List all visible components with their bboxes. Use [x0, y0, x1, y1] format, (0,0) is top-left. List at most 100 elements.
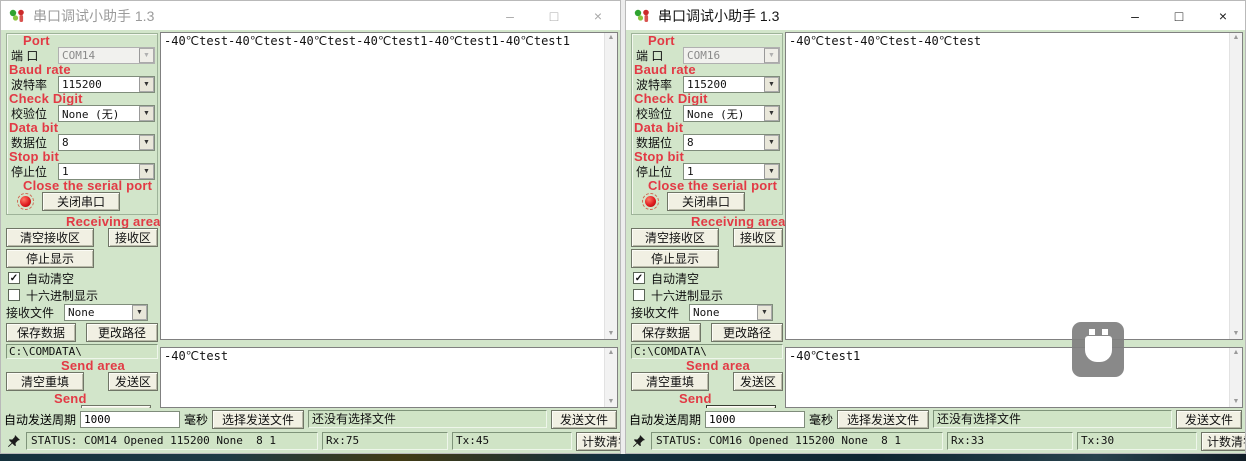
send-area-button[interactable]: 发送区 [733, 372, 783, 391]
check-select[interactable]: None (无) ▼ [683, 105, 780, 122]
auto-clear-checkbox[interactable]: ✓ [8, 272, 20, 284]
scroll-up-icon[interactable]: ▲ [608, 349, 615, 357]
maximize-icon[interactable]: □ [532, 1, 576, 30]
save-path-field: C:\COMDATA\ [6, 344, 158, 359]
annotation-data-bit: Data bit [634, 122, 780, 133]
clear-resend-button[interactable]: 清空重填 [631, 372, 709, 391]
data-bit-select[interactable]: 8 ▼ [683, 134, 780, 151]
auto-send-period-input[interactable] [705, 411, 805, 428]
port-select[interactable]: COM14 ▼ [58, 47, 155, 64]
annotation-baud-rate: Baud rate [9, 64, 155, 75]
annotation-check-digit: Check Digit [634, 93, 780, 104]
auto-clear-label: 自动清空 [651, 270, 699, 287]
titlebar: 串口调试小助手 1.3 – □ × [626, 1, 1245, 30]
receive-file-label: 接收文件 [6, 304, 64, 321]
receive-file-select[interactable]: None ▼ [64, 304, 148, 321]
port-settings-group: Port 端 口 COM14 ▼ Baud rate [6, 33, 158, 215]
file-status-field: 还没有选择文件 [933, 410, 1172, 428]
choose-send-file-button[interactable]: 选择发送文件 [212, 410, 304, 429]
port-settings-group: Port 端 口 COM16 ▼ Baud rate [631, 33, 783, 215]
send-area-button[interactable]: 发送区 [108, 372, 158, 391]
close-icon[interactable]: × [1201, 1, 1245, 30]
send-scrollbar[interactable]: ▲ ▼ [604, 348, 617, 407]
port-select[interactable]: COM16 ▼ [683, 47, 780, 64]
desktop-background [0, 454, 1246, 461]
settings-panel: Port 端 口 COM14 ▼ Baud rate [3, 32, 160, 408]
minimize-icon[interactable]: – [488, 1, 532, 30]
send-file-button[interactable]: 发送文件 [1176, 410, 1242, 429]
receive-area-button[interactable]: 接收区 [108, 228, 158, 247]
send-area[interactable]: -40℃test ▲ ▼ [160, 347, 618, 408]
chevron-down-icon[interactable]: ▼ [764, 77, 779, 92]
close-icon[interactable]: × [576, 1, 620, 30]
receive-area-button[interactable]: 接收区 [733, 228, 783, 247]
send-scrollbar[interactable]: ▲ ▼ [1229, 348, 1242, 407]
annotation-baud-rate: Baud rate [634, 64, 780, 75]
send-area[interactable]: -40℃test1 ▲ ▼ [785, 347, 1243, 408]
clear-resend-button[interactable]: 清空重填 [6, 372, 84, 391]
window-controls: – □ × [488, 1, 620, 30]
chevron-down-icon[interactable]: ▼ [764, 135, 779, 150]
send-file-button[interactable]: 发送文件 [551, 410, 617, 429]
receive-area[interactable]: -40℃test-40℃test-40℃test ▲ ▼ [785, 32, 1243, 340]
scroll-down-icon[interactable]: ▼ [608, 398, 615, 406]
chevron-down-icon[interactable]: ▼ [139, 106, 154, 121]
hex-display-label: 十六进制显示 [26, 287, 98, 304]
auto-send-period-input[interactable] [80, 411, 180, 428]
milliseconds-label: 毫秒 [809, 411, 833, 428]
settings-panel: Port 端 口 COM16 ▼ Baud rate [628, 32, 785, 408]
chevron-down-icon[interactable]: ▼ [139, 77, 154, 92]
maximize-icon[interactable]: □ [1157, 1, 1201, 30]
annotation-send-area: Send area [686, 360, 783, 371]
chevron-down-icon[interactable]: ▼ [132, 305, 147, 320]
chevron-down-icon[interactable]: ▼ [139, 135, 154, 150]
clear-receive-button[interactable]: 清空接收区 [6, 228, 94, 247]
scroll-down-icon[interactable]: ▼ [1233, 330, 1240, 338]
chevron-down-icon[interactable]: ▼ [764, 106, 779, 121]
chevron-down-icon[interactable]: ▼ [764, 164, 779, 179]
reset-count-button[interactable]: 计数清零 [1201, 432, 1246, 451]
usb-plug-icon [1085, 336, 1112, 362]
check-select[interactable]: None (无) ▼ [58, 105, 155, 122]
receive-file-select[interactable]: None ▼ [689, 304, 773, 321]
save-data-button[interactable]: 保存数据 [6, 323, 76, 342]
close-serial-button[interactable]: 关闭串口 [667, 192, 745, 211]
receive-text: -40℃test-40℃test-40℃test-40℃test1-40℃tes… [161, 33, 604, 339]
receive-area[interactable]: -40℃test-40℃test-40℃test-40℃test1-40℃tes… [160, 32, 618, 340]
receive-scrollbar[interactable]: ▲ ▼ [604, 33, 617, 339]
hex-display-checkbox[interactable] [633, 289, 645, 301]
auto-clear-checkbox[interactable]: ✓ [633, 272, 645, 284]
client-area: Port 端 口 COM16 ▼ Baud rate [626, 30, 1245, 453]
stop-display-button[interactable]: 停止显示 [6, 249, 94, 268]
scroll-down-icon[interactable]: ▼ [1233, 398, 1240, 406]
client-area: Port 端 口 COM14 ▼ Baud rate [1, 30, 620, 453]
chevron-down-icon[interactable]: ▼ [764, 48, 779, 63]
milliseconds-label: 毫秒 [184, 411, 208, 428]
clear-receive-button[interactable]: 清空接收区 [631, 228, 719, 247]
window-title: 串口调试小助手 1.3 [658, 6, 779, 26]
change-path-button[interactable]: 更改路径 [711, 323, 783, 342]
receive-file-label: 接收文件 [631, 304, 689, 321]
scroll-up-icon[interactable]: ▲ [608, 34, 615, 42]
close-serial-button[interactable]: 关闭串口 [42, 192, 120, 211]
data-bit-select[interactable]: 8 ▼ [58, 134, 155, 151]
annotation-port: Port [648, 35, 780, 46]
save-data-button[interactable]: 保存数据 [631, 323, 701, 342]
chevron-down-icon[interactable]: ▼ [139, 164, 154, 179]
scroll-up-icon[interactable]: ▲ [1233, 34, 1240, 42]
minimize-icon[interactable]: – [1113, 1, 1157, 30]
receive-text: -40℃test-40℃test-40℃test [786, 33, 1229, 339]
receive-scrollbar[interactable]: ▲ ▼ [1229, 33, 1242, 339]
chevron-down-icon[interactable]: ▼ [139, 48, 154, 63]
change-path-button[interactable]: 更改路径 [86, 323, 158, 342]
choose-send-file-button[interactable]: 选择发送文件 [837, 410, 929, 429]
stop-display-button[interactable]: 停止显示 [631, 249, 719, 268]
pin-icon [631, 433, 647, 449]
chevron-down-icon[interactable]: ▼ [757, 305, 772, 320]
scroll-down-icon[interactable]: ▼ [608, 330, 615, 338]
scroll-up-icon[interactable]: ▲ [1233, 349, 1240, 357]
hex-display-checkbox[interactable] [8, 289, 20, 301]
auto-clear-label: 自动清空 [26, 270, 74, 287]
desktop: 串口调试小助手 1.3 – □ × Port 端 口 COM14 [0, 0, 1246, 454]
reset-count-button[interactable]: 计数清零 [576, 432, 621, 451]
